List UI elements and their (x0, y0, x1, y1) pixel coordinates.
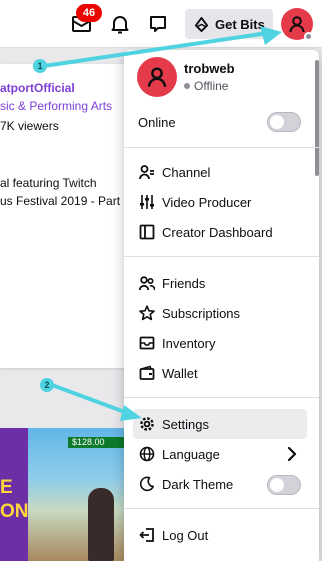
friends-icon (139, 276, 155, 291)
menu-item-creator-dashboard[interactable]: Creator Dashboard (133, 217, 307, 247)
user-icon (289, 16, 305, 33)
menu-item-channel[interactable]: Channel (133, 157, 307, 187)
menu-item-label: Channel (162, 164, 211, 180)
dark-theme-toggle-knob (270, 478, 284, 492)
bits-icon (194, 16, 209, 32)
top-nav: 46 Get Bits (0, 0, 322, 48)
annotation-marker-1: 1 (33, 59, 47, 73)
menu-divider (124, 508, 319, 509)
menu-item-label: Settings (162, 416, 209, 432)
menu-item-video-producer[interactable]: Video Producer (133, 187, 307, 217)
status-text: Offline (194, 79, 229, 93)
channel-icon (139, 165, 154, 180)
menu-item-friends[interactable]: Friends (133, 268, 307, 298)
menu-divider (124, 147, 319, 148)
stream-title-line-2: us Festival 2019 - Part (0, 194, 121, 208)
chevron-right-icon[interactable] (286, 446, 298, 462)
wallet-icon (139, 365, 155, 380)
thumbnail-figure (88, 488, 114, 561)
dark-theme-toggle[interactable] (267, 475, 301, 495)
notification-badge: 46 (76, 4, 102, 22)
status-dot (184, 83, 190, 89)
online-toggle-knob (270, 115, 284, 129)
star-icon (139, 305, 155, 321)
menu-scrollbar[interactable] (315, 60, 319, 176)
video-producer-icon (140, 195, 154, 209)
inventory-icon (139, 336, 155, 350)
notifications-bell-icon[interactable] (108, 12, 132, 36)
moon-icon (139, 476, 154, 492)
menu-username: trobweb (184, 61, 235, 76)
stream-thumbnail[interactable]: E ON $128.00 (0, 428, 130, 561)
annotation-marker-2: 2 (40, 378, 54, 392)
menu-item-label: Friends (162, 275, 206, 291)
menu-item-settings[interactable]: Settings (133, 409, 307, 439)
category-link[interactable]: sic & Performing Arts (0, 99, 112, 113)
dashboard-icon (139, 224, 155, 240)
viewer-count: 7K viewers (0, 119, 59, 133)
get-bits-button[interactable]: Get Bits (185, 9, 273, 39)
globe-icon (139, 446, 155, 462)
get-bits-label: Get Bits (215, 16, 265, 32)
menu-item-label: Creator Dashboard (162, 224, 273, 240)
whispers-icon[interactable] (146, 12, 170, 36)
avatar-status-dot (304, 32, 313, 41)
menu-item-label: Inventory (162, 335, 216, 351)
gear-icon (140, 417, 154, 431)
menu-item-language[interactable]: Language (133, 439, 307, 469)
user-icon (147, 67, 167, 87)
menu-item-label: Dark Theme (162, 476, 234, 492)
menu-status: Offline (184, 79, 228, 93)
thumbnail-text: E ON (0, 477, 29, 522)
menu-item-label: Video Producer (162, 194, 252, 210)
menu-item-subscriptions[interactable]: Subscriptions (133, 298, 307, 328)
menu-item-label: Log Out (162, 527, 209, 543)
menu-item-wallet[interactable]: Wallet (133, 358, 307, 388)
menu-item-label: Wallet (162, 365, 198, 381)
thumbnail-price: $128.00 (68, 437, 130, 448)
menu-item-log-out[interactable]: Log Out (133, 520, 307, 550)
online-toggle[interactable] (267, 112, 301, 132)
channel-name-link[interactable]: atportOfficial (0, 81, 75, 95)
online-label: Online (138, 115, 176, 130)
arrow-2 (50, 383, 132, 416)
menu-item-inventory[interactable]: Inventory (133, 328, 307, 358)
menu-item-label: Subscriptions (162, 305, 241, 321)
menu-divider (124, 397, 319, 398)
menu-item-label: Language (162, 446, 220, 462)
log-out-icon (139, 528, 154, 542)
stream-card[interactable]: atportOfficial sic & Performing Arts 7K … (0, 64, 130, 368)
menu-divider (124, 256, 319, 257)
menu-avatar (137, 57, 177, 97)
stream-title-line-1: al featuring Twitch (0, 176, 97, 190)
